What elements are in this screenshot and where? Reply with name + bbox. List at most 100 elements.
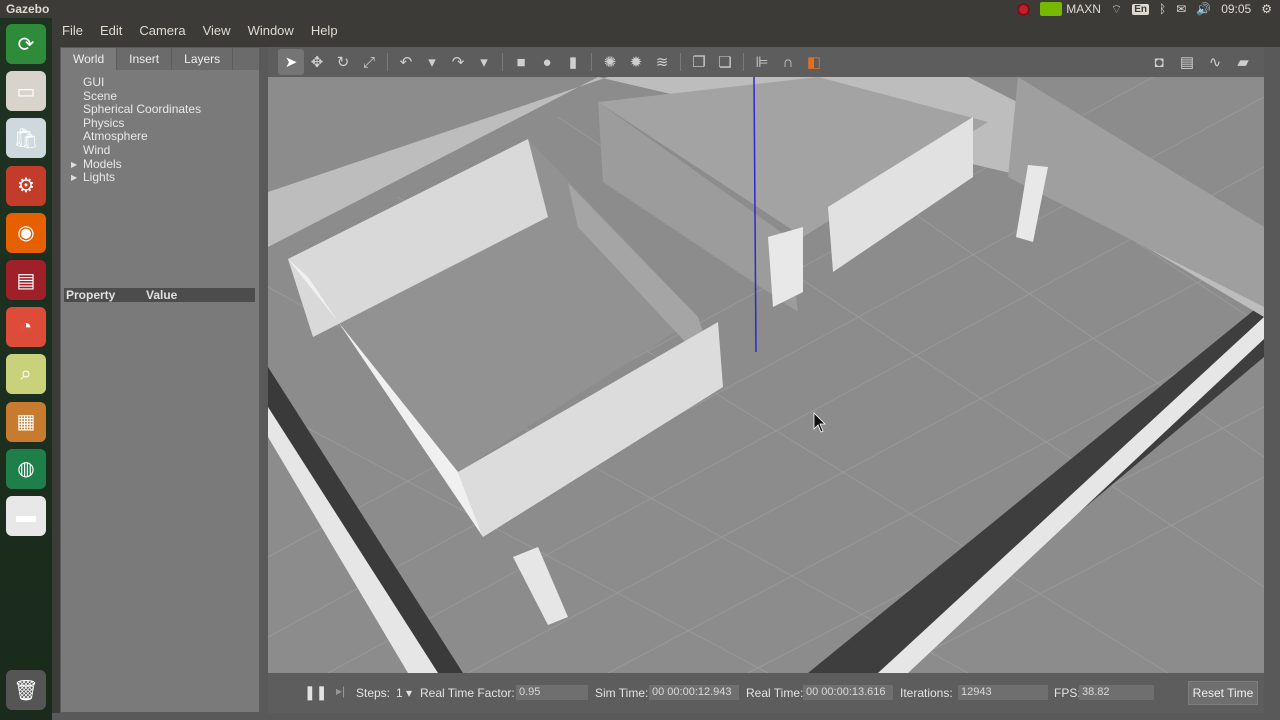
- real-time-value: 00 00:00:13.616: [803, 685, 893, 700]
- files-icon[interactable]: ▭: [6, 71, 46, 112]
- property-column-header: Property: [66, 288, 116, 302]
- translate-mode-icon[interactable]: ✥: [304, 49, 330, 75]
- sim-time-value: 00 00:00:12.943: [649, 685, 739, 700]
- world-panel: World Insert Layers GUI Scene Spherical Co…: [60, 47, 260, 713]
- drive-icon[interactable]: ▬: [6, 496, 46, 536]
- toolbar-separator: [387, 53, 388, 71]
- undo-icon[interactable]: ↶: [393, 49, 419, 75]
- tree-item-label: GUI: [83, 75, 105, 89]
- tree-item-scene[interactable]: Scene: [83, 88, 259, 104]
- copy-icon[interactable]: ❐: [686, 49, 712, 75]
- settings-gear-icon[interactable]: ⚙: [1261, 2, 1272, 16]
- tree-item-label: Scene: [83, 88, 118, 103]
- chromium-icon[interactable]: ◔: [6, 307, 46, 348]
- nvidia-icon: [1040, 2, 1063, 16]
- fps-value: 38.82: [1079, 685, 1154, 700]
- ubuntu-software-updater-icon[interactable]: ⟳: [6, 24, 46, 64]
- tree-item-wind[interactable]: Wind: [83, 142, 259, 158]
- menu-view[interactable]: View: [203, 23, 231, 38]
- rtf-value: 0.95: [516, 685, 588, 700]
- tree-item-atmosphere[interactable]: Atmosphere: [83, 130, 259, 144]
- system-settings-icon[interactable]: ⚙: [6, 165, 46, 206]
- point-light-icon[interactable]: ✺: [597, 49, 623, 75]
- tree-item-gui[interactable]: GUI: [83, 75, 259, 90]
- tree-item-spherical-coordinates[interactable]: Spherical Coordinates: [83, 102, 259, 117]
- mail-icon[interactable]: ✉: [1176, 2, 1186, 16]
- select-mode-icon[interactable]: ➤: [278, 49, 304, 75]
- menu-window[interactable]: Window: [248, 23, 294, 38]
- cylinder-shape-icon[interactable]: ▮: [560, 49, 586, 75]
- wifi-icon[interactable]: ⌔: [1111, 2, 1122, 17]
- recording-icon[interactable]: [1017, 2, 1031, 16]
- tree-item-physics[interactable]: Physics: [83, 115, 259, 131]
- menu-edit[interactable]: Edit: [100, 23, 122, 38]
- scene-viewport[interactable]: [268, 77, 1264, 673]
- step-icon[interactable]: ▸|: [336, 684, 345, 698]
- toolbar-separator: [743, 53, 744, 71]
- expand-arrow-icon[interactable]: ▶: [71, 158, 77, 172]
- panel-splitter[interactable]: [260, 47, 268, 713]
- menu-bar: File Edit Camera View Window Help: [52, 18, 1280, 42]
- volume-icon[interactable]: 🔊: [1196, 2, 1211, 16]
- rotate-mode-icon[interactable]: ↻: [330, 49, 356, 75]
- tree-item-label: Wind: [83, 142, 111, 157]
- redo-icon[interactable]: ↷: [445, 49, 471, 75]
- real-time-label: Real Time:: [746, 686, 804, 700]
- tree-item-label: Models: [83, 156, 122, 171]
- redo-dropdown-icon[interactable]: ▾: [471, 49, 497, 75]
- menu-camera[interactable]: Camera: [139, 23, 185, 38]
- pause-icon[interactable]: ❚❚: [304, 684, 327, 701]
- change-view-icon[interactable]: ◧: [801, 49, 827, 75]
- tree-item-label: Physics: [83, 115, 125, 130]
- undo-dropdown-icon[interactable]: ▾: [419, 49, 445, 75]
- log-icon[interactable]: ▤: [1174, 49, 1200, 75]
- package-box-icon[interactable]: ▦: [6, 401, 46, 442]
- snap-icon[interactable]: ∩: [775, 49, 801, 75]
- tree-item-lights[interactable]: ▶ Lights: [71, 170, 259, 185]
- menu-file[interactable]: File: [62, 23, 83, 38]
- tab-world[interactable]: World: [61, 48, 118, 70]
- scene-render: [268, 77, 1264, 673]
- box-shape-icon[interactable]: ■: [508, 49, 534, 75]
- rtf-label: Real Time Factor:: [420, 686, 515, 700]
- image-viewer-icon[interactable]: ⌕: [6, 354, 46, 395]
- sphere-shape-icon[interactable]: ●: [534, 49, 560, 75]
- world-tree: GUI Scene Spherical Coordinates Physics Atmo…: [61, 70, 259, 185]
- trash-icon[interactable]: 🗑: [6, 670, 46, 710]
- system-top-bar: Gazebo MAXN ⌔ En ᛒ ✉ 🔊 09:05 ⚙: [0, 0, 1280, 18]
- tab-layers[interactable]: Layers: [172, 48, 234, 70]
- steps-value: 1: [396, 686, 403, 700]
- launcher-dock: ⟳ ▭ 🛍 ⚙ ◉ ▤ ◔ ⌕ ▦ ◍ ▬ 🗑: [0, 18, 52, 720]
- scene-toolbar: ➤ ✥ ↻ ⤢ ↶ ▾ ↷ ▾ ■ ● ▮ ✺ ✹ ≋ ❐ ❏ ⊫ ∩ ◧ ◘ ▤ ∿ ▰: [268, 47, 1264, 77]
- tree-item-models[interactable]: ▶ Models: [71, 156, 259, 172]
- align-icon[interactable]: ⊫: [749, 49, 775, 75]
- steps-label: Steps:: [356, 686, 391, 700]
- paste-icon[interactable]: ❏: [712, 49, 738, 75]
- spot-light-icon[interactable]: ✹: [623, 49, 649, 75]
- panel-tabs: World Insert Layers: [61, 48, 259, 70]
- keyboard-layout[interactable]: En: [1132, 3, 1149, 15]
- simulation-status-bar: ❚❚ ▸| Steps: 1 ▾ Real Time Factor: 0.95 …: [268, 673, 1264, 713]
- bluetooth-icon[interactable]: ᛒ: [1159, 2, 1166, 16]
- gazebo-globe-icon[interactable]: ◍: [6, 448, 46, 489]
- clock[interactable]: 09:05: [1221, 2, 1251, 16]
- plot-icon[interactable]: ∿: [1202, 49, 1228, 75]
- terminal-icon[interactable]: ▤: [6, 260, 46, 300]
- tree-item-label: Lights: [83, 170, 116, 185]
- record-video-icon[interactable]: ▰: [1230, 49, 1256, 75]
- screenshot-icon[interactable]: ◘: [1146, 49, 1172, 75]
- steps-stepper[interactable]: 1 ▾: [396, 686, 412, 700]
- firefox-icon[interactable]: ◉: [6, 212, 46, 253]
- directional-light-icon[interactable]: ≋: [649, 49, 675, 75]
- expand-arrow-icon[interactable]: ▶: [71, 171, 77, 185]
- toolbar-separator: [502, 53, 503, 71]
- reset-time-button[interactable]: Reset Time: [1188, 681, 1258, 705]
- window-bottom-border: [52, 713, 1280, 720]
- software-center-icon[interactable]: 🛍: [6, 118, 46, 159]
- nvidia-power-mode[interactable]: MAXN: [1040, 2, 1101, 16]
- iterations-value: 12943: [958, 685, 1048, 700]
- menu-help[interactable]: Help: [311, 23, 338, 38]
- scale-mode-icon[interactable]: ⤢: [356, 49, 382, 75]
- right-splitter[interactable]: [1264, 47, 1280, 713]
- tab-insert[interactable]: Insert: [117, 48, 173, 70]
